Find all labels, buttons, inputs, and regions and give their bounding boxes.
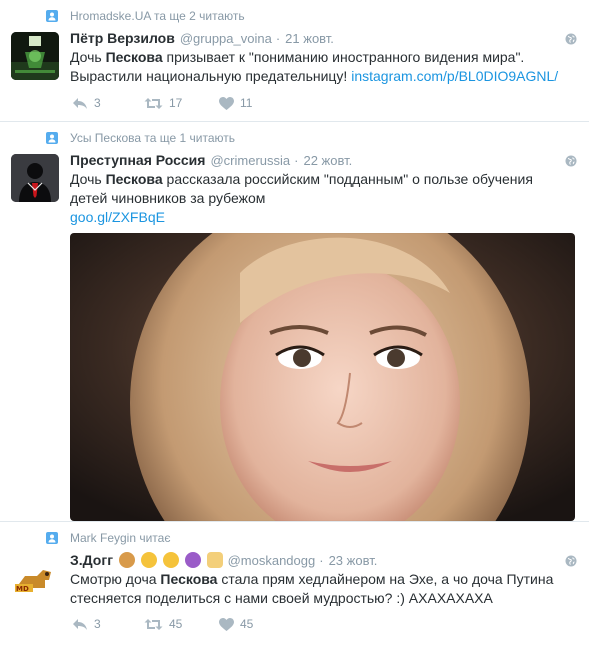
tweet[interactable]: Hromadske.UA та ще 2 читають Пётр Верзил…: [0, 0, 589, 122]
tweet-text-highlight: Пескова: [160, 571, 218, 587]
tweet-text: Дочь Пескова призывает к "пониманию инос…: [70, 48, 570, 86]
retweet-icon: [144, 97, 163, 110]
name-emoji-set: [117, 552, 223, 568]
avatar[interactable]: MD: [11, 554, 59, 602]
tweet-actions: 3 17 11: [72, 96, 290, 110]
grin-emoji-icon: [162, 552, 179, 568]
tweet-text: Дочь Пескова рассказала российским "подд…: [70, 170, 550, 227]
retweet-count: 45: [169, 617, 183, 631]
tweet-header: З.Догг @moskandogg · 23 жовт.: [70, 552, 377, 568]
retweet-icon: [144, 618, 163, 631]
social-context[interactable]: Hromadske.UA та ще 2 читають: [46, 9, 245, 23]
separator-dot: ·: [294, 153, 299, 168]
avatar[interactable]: [11, 154, 59, 202]
timestamp[interactable]: 23 жовт.: [329, 553, 378, 568]
retweet-count: 17: [169, 96, 183, 110]
tweet-link[interactable]: instagram.com/p/BL0DIO9AGNL/: [351, 68, 558, 84]
reply-button[interactable]: 3: [72, 96, 114, 110]
social-context[interactable]: Усы Пескова та ще 1 читають: [46, 131, 235, 145]
author-handle[interactable]: @crimerussia: [210, 153, 290, 168]
reply-button[interactable]: 3: [72, 617, 114, 631]
social-context-label: Mark Feygin читає: [70, 531, 171, 545]
like-count: 11: [240, 96, 253, 110]
photo-image: [70, 233, 575, 521]
heart-icon: [219, 96, 234, 110]
dog-emoji-icon: [119, 552, 136, 568]
tweet-text-part: Дочь: [70, 49, 106, 65]
globe-icon: [565, 154, 577, 167]
reply-icon: [72, 618, 88, 631]
svg-text:MD: MD: [16, 585, 29, 593]
author-handle[interactable]: @gruppa_voina: [180, 31, 272, 46]
tweet-header: Пётр Верзилов @gruppa_voina · 21 жовт.: [70, 30, 334, 46]
tweet-photo[interactable]: [70, 233, 575, 521]
author-name[interactable]: Пётр Верзилов: [70, 30, 175, 46]
timestamp[interactable]: 21 жовт.: [285, 31, 334, 46]
reply-icon: [72, 97, 88, 110]
person-icon: [46, 10, 58, 22]
scream-emoji-icon: [140, 552, 157, 568]
tweet-text-highlight: Пескова: [105, 171, 163, 187]
timestamp[interactable]: 22 жовт.: [303, 153, 352, 168]
devil-emoji-icon: [184, 552, 201, 568]
reply-count: 3: [94, 96, 101, 110]
tweet-link[interactable]: goo.gl/ZXFBqE: [70, 209, 165, 225]
separator-dot: ·: [319, 553, 324, 568]
separator-dot: ·: [275, 31, 281, 46]
author-handle[interactable]: @moskandogg: [228, 553, 316, 568]
tweet-text-highlight: Пескова: [105, 49, 163, 65]
retweet-button[interactable]: 17: [144, 96, 189, 110]
victory-hand-emoji-icon: [206, 552, 223, 568]
like-count: 45: [240, 617, 254, 631]
tweet[interactable]: Усы Пескова та ще 1 читають Преступная Р…: [0, 122, 589, 522]
tweet-text-part: Дочь: [70, 171, 106, 187]
tweet-header: Преступная Россия @crimerussia · 22 жовт…: [70, 152, 352, 168]
avatar[interactable]: [11, 32, 59, 80]
retweet-button[interactable]: 45: [144, 617, 189, 631]
person-icon: [46, 132, 58, 144]
author-name[interactable]: Преступная Россия: [70, 152, 205, 168]
tweet-actions: 3 45 45: [72, 617, 290, 631]
tweet-text-part: Смотрю доча: [70, 571, 161, 587]
like-button[interactable]: 45: [219, 617, 260, 631]
tweet[interactable]: Mark Feygin читає MD З.Догг @moskandogg …: [0, 522, 589, 650]
globe-icon: [565, 32, 577, 45]
reply-count: 3: [94, 617, 101, 631]
tweet-text: Смотрю доча Пескова стала прям хедлайнер…: [70, 570, 570, 608]
social-context-label: Hromadske.UA та ще 2 читають: [70, 9, 245, 23]
author-name[interactable]: З.Догг: [70, 552, 113, 568]
social-context[interactable]: Mark Feygin читає: [46, 531, 170, 545]
person-icon: [46, 532, 58, 544]
heart-icon: [219, 617, 234, 631]
globe-icon: [565, 554, 577, 567]
like-button[interactable]: 11: [219, 96, 260, 110]
timeline: Hromadske.UA та ще 2 читають Пётр Верзил…: [0, 0, 593, 650]
social-context-label: Усы Пескова та ще 1 читають: [70, 131, 235, 145]
